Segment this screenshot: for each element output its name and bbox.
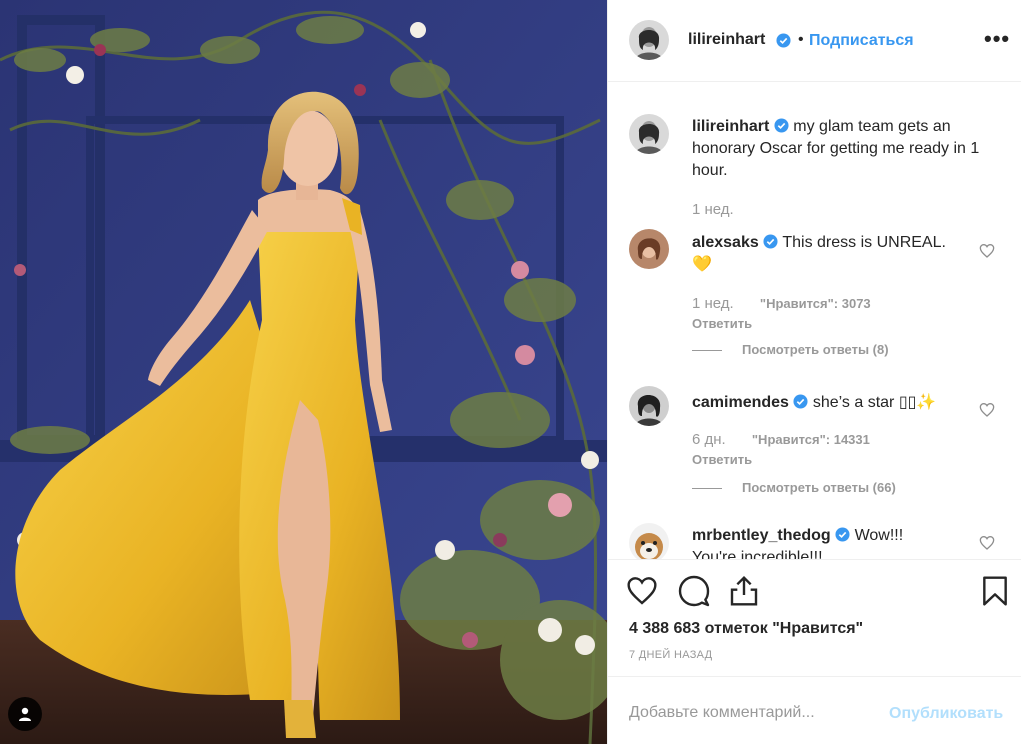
comment-text: she’s a star ▯▯✨ bbox=[812, 394, 937, 411]
post-photo[interactable] bbox=[0, 0, 607, 744]
comment-icon[interactable] bbox=[678, 575, 710, 607]
reply-button[interactable]: Ответить bbox=[692, 316, 752, 331]
verified-badge-icon bbox=[793, 394, 808, 409]
comment-text-line2: You're incredible!!! bbox=[692, 549, 823, 559]
comment-likes[interactable]: "Нравится": 14331 bbox=[752, 432, 870, 447]
user-tag-button[interactable] bbox=[8, 697, 42, 731]
photo-scene bbox=[0, 0, 607, 744]
replies-divider bbox=[692, 488, 722, 490]
view-replies-button[interactable]: Посмотреть ответы (8) bbox=[692, 342, 889, 357]
reply-button[interactable]: Ответить bbox=[692, 452, 752, 467]
comment-time[interactable]: 6 дн. bbox=[692, 431, 726, 448]
commenter-avatar[interactable] bbox=[629, 386, 669, 426]
verified-badge-icon bbox=[835, 527, 850, 542]
comment-like-heart-icon[interactable] bbox=[979, 402, 995, 418]
replies-divider bbox=[692, 350, 722, 352]
author-avatar[interactable] bbox=[629, 20, 669, 60]
comment-text-block: mrbentley_thedog Wow!!! You're incredibl… bbox=[692, 525, 1002, 559]
comment-time[interactable]: 1 нед. bbox=[692, 295, 734, 312]
share-icon[interactable] bbox=[728, 575, 760, 607]
view-replies-button[interactable]: Посмотреть ответы (66) bbox=[692, 480, 896, 495]
comment-username[interactable]: mrbentley_thedog bbox=[692, 527, 831, 544]
commenter-avatar[interactable] bbox=[629, 229, 669, 269]
verified-badge-icon bbox=[774, 118, 789, 133]
comment-username[interactable]: alexsaks bbox=[692, 234, 759, 251]
user-tag-icon bbox=[19, 707, 31, 721]
comment-text-block: alexsaks This dress is UNREAL. 💛 bbox=[692, 232, 1002, 276]
follow-button[interactable]: Подписаться bbox=[809, 32, 914, 50]
like-count[interactable]: 4 388 683 отметок "Нравится" bbox=[629, 620, 863, 638]
comment-meta: 6 дн. "Нравится": 14331 bbox=[692, 431, 870, 448]
verified-badge-icon bbox=[763, 234, 778, 249]
more-options-icon[interactable]: ••• bbox=[984, 26, 1010, 52]
caption-time[interactable]: 1 нед. bbox=[692, 201, 734, 218]
comment-meta: 1 нед. "Нравится": 3073 bbox=[692, 295, 871, 312]
post-header: lilireinhart • Подписаться ••• bbox=[608, 0, 1021, 82]
comment-text-block: camimendes she’s a star ▯▯✨ bbox=[692, 392, 1002, 414]
caption-avatar[interactable] bbox=[629, 114, 669, 154]
comment-text: This dress is UNREAL. bbox=[782, 234, 946, 251]
bookmark-icon[interactable] bbox=[979, 575, 1011, 607]
comment-username[interactable]: camimendes bbox=[692, 394, 789, 411]
comment-emoji: 💛 bbox=[692, 256, 712, 273]
add-comment-input[interactable] bbox=[629, 704, 869, 722]
post-actions: 4 388 683 отметок "Нравится" 7 ДНЕЙ НАЗА… bbox=[608, 559, 1021, 675]
comment-likes[interactable]: "Нравится": 3073 bbox=[760, 296, 871, 311]
separator-dot: • bbox=[798, 31, 804, 48]
add-comment-bar: Опубликовать bbox=[608, 676, 1021, 744]
caption-text-block: lilireinhart my glam team gets an honora… bbox=[692, 116, 1002, 182]
comment-text: Wow!!! bbox=[854, 527, 904, 544]
view-replies-label: Посмотреть ответы (66) bbox=[742, 480, 896, 495]
publish-button[interactable]: Опубликовать bbox=[889, 705, 1003, 723]
caption-username[interactable]: lilireinhart bbox=[692, 118, 769, 135]
comments-list[interactable]: lilireinhart my glam team gets an honora… bbox=[608, 83, 1021, 559]
post-details-panel: lilireinhart • Подписаться ••• lilireinh… bbox=[607, 0, 1021, 744]
post-timestamp[interactable]: 7 ДНЕЙ НАЗАД bbox=[629, 649, 712, 661]
verified-badge-icon bbox=[776, 33, 791, 48]
heart-icon[interactable] bbox=[626, 575, 658, 607]
comment-like-heart-icon[interactable] bbox=[979, 535, 995, 551]
comment-like-heart-icon[interactable] bbox=[979, 243, 995, 259]
view-replies-label: Посмотреть ответы (8) bbox=[742, 342, 889, 357]
author-username[interactable]: lilireinhart bbox=[688, 31, 765, 49]
commenter-avatar[interactable] bbox=[629, 523, 669, 559]
